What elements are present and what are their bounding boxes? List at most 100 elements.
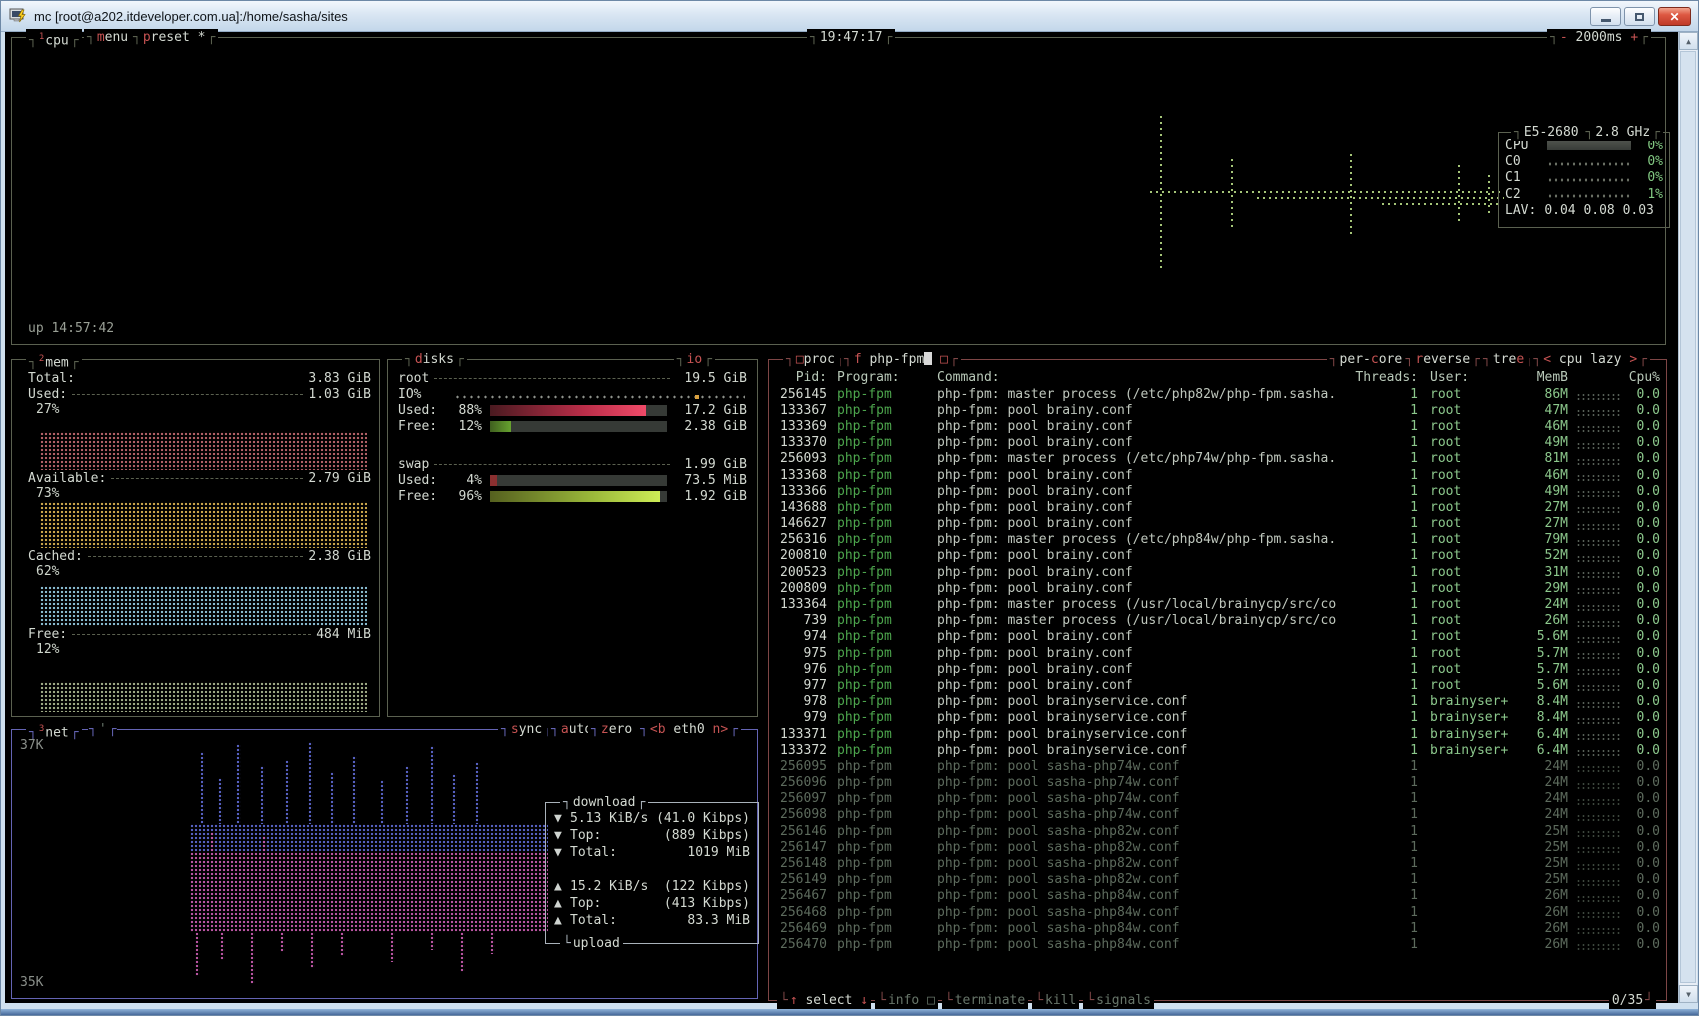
disk-swap-row: swap 1.99 GiB bbox=[398, 456, 747, 472]
process-cpu-bar bbox=[1576, 555, 1620, 563]
select-action[interactable]: ↑ select ↓ bbox=[777, 992, 871, 1009]
iface-prev-icon[interactable]: <b bbox=[650, 722, 666, 737]
process-row[interactable]: 256149 php-fpm php-fpm: pool sasha-php82… bbox=[769, 872, 1666, 888]
process-mem: 6.4M bbox=[1514, 727, 1568, 742]
process-cpu-bar bbox=[1576, 701, 1620, 709]
process-row[interactable]: 133371 php-fpm php-fpm: pool brainyservi… bbox=[769, 726, 1666, 742]
process-row[interactable]: 976 php-fpm php-fpm: pool brainy.conf 1 … bbox=[769, 661, 1666, 677]
process-row[interactable]: 133364 php-fpm php-fpm: master process (… bbox=[769, 596, 1666, 612]
process-pid: 133368 bbox=[775, 468, 827, 483]
interval-decrease-icon[interactable]: - bbox=[1560, 30, 1568, 45]
upload-total-row: ▲ Total: 83.3 MiB bbox=[554, 913, 750, 930]
process-cpu: 0.0 bbox=[1620, 516, 1660, 531]
process-row[interactable]: 974 php-fpm php-fpm: pool brainy.conf 1 … bbox=[769, 629, 1666, 645]
close-button[interactable]: ✕ bbox=[1658, 7, 1691, 26]
preset-button[interactable]: preset * bbox=[130, 29, 218, 46]
process-row[interactable]: 200523 php-fpm php-fpm: pool brainy.conf… bbox=[769, 564, 1666, 580]
mem-cached-graph bbox=[40, 586, 367, 626]
column-threads[interactable]: Threads: bbox=[1350, 370, 1418, 385]
minimize-button[interactable] bbox=[1590, 7, 1621, 26]
info-action[interactable]: info □ bbox=[875, 992, 938, 1009]
process-row[interactable]: 143688 php-fpm php-fpm: pool brainy.conf… bbox=[769, 499, 1666, 515]
process-mem: 49M bbox=[1514, 435, 1568, 450]
process-row[interactable]: 133366 php-fpm php-fpm: pool brainy.conf… bbox=[769, 483, 1666, 499]
column-command[interactable]: Command: bbox=[937, 370, 1350, 385]
process-row[interactable]: 979 php-fpm php-fpm: pool brainyservice.… bbox=[769, 710, 1666, 726]
terminate-action[interactable]: terminate bbox=[942, 992, 1028, 1009]
interval-increase-icon[interactable]: + bbox=[1630, 30, 1638, 45]
process-user: brainyser+ bbox=[1418, 727, 1514, 742]
column-cpu[interactable]: Cpu% bbox=[1620, 370, 1660, 385]
process-row[interactable]: 256146 php-fpm php-fpm: pool sasha-php82… bbox=[769, 823, 1666, 839]
process-row[interactable]: 256469 php-fpm php-fpm: pool sasha-php84… bbox=[769, 920, 1666, 936]
column-pid[interactable]: Pid: bbox=[775, 370, 827, 385]
process-row[interactable]: 256096 php-fpm php-fpm: pool sasha-php74… bbox=[769, 775, 1666, 791]
refresh-interval-control[interactable]: - 2000ms + bbox=[1547, 29, 1651, 46]
process-mem: 25M bbox=[1514, 840, 1568, 855]
process-row[interactable]: 133369 php-fpm php-fpm: pool brainy.conf… bbox=[769, 418, 1666, 434]
sort-prev-icon[interactable]: < bbox=[1543, 352, 1551, 367]
process-row[interactable]: 256145 php-fpm php-fpm: master process (… bbox=[769, 386, 1666, 402]
tab-disks[interactable]: disks bbox=[402, 351, 467, 368]
sort-next-icon[interactable]: > bbox=[1629, 352, 1637, 367]
process-row[interactable]: 977 php-fpm php-fpm: pool brainy.conf 1 … bbox=[769, 677, 1666, 693]
terminal-scrollbar[interactable]: ▲ ▼ bbox=[1678, 32, 1697, 1003]
process-row[interactable]: 256147 php-fpm php-fpm: pool sasha-php82… bbox=[769, 839, 1666, 855]
scrollbar-thumb[interactable] bbox=[1680, 51, 1696, 983]
process-pid: 256149 bbox=[775, 872, 827, 887]
process-row[interactable]: 256148 php-fpm php-fpm: pool sasha-php82… bbox=[769, 855, 1666, 871]
download-rate-row: ▼ 5.13 KiB/s (41.0 Kibps) bbox=[554, 811, 750, 828]
process-cpu: 0.0 bbox=[1620, 872, 1660, 887]
process-threads: 1 bbox=[1350, 662, 1418, 677]
process-row[interactable]: 256316 php-fpm php-fpm: master process (… bbox=[769, 532, 1666, 548]
tab-cpu[interactable]: 1cpu bbox=[26, 29, 82, 49]
process-row[interactable]: 146627 php-fpm php-fpm: pool brainy.conf… bbox=[769, 516, 1666, 532]
process-pid: 739 bbox=[775, 613, 827, 628]
process-row[interactable]: 200809 php-fpm php-fpm: pool brainy.conf… bbox=[769, 580, 1666, 596]
process-row[interactable]: 256467 php-fpm php-fpm: pool sasha-php84… bbox=[769, 888, 1666, 904]
tab-io[interactable]: io bbox=[674, 351, 715, 368]
column-user[interactable]: User: bbox=[1418, 370, 1514, 385]
maximize-button[interactable] bbox=[1624, 7, 1655, 26]
tab-mem[interactable]: 2mem bbox=[26, 351, 82, 371]
process-mem: 27M bbox=[1514, 516, 1568, 531]
column-mem[interactable]: MemB bbox=[1514, 370, 1568, 385]
process-row[interactable]: 133368 php-fpm php-fpm: pool brainy.conf… bbox=[769, 467, 1666, 483]
scroll-up-button[interactable]: ▲ bbox=[1679, 32, 1698, 50]
sort-column-switcher[interactable]: < cpu lazy > bbox=[1530, 351, 1650, 368]
reverse-toggle[interactable]: reverse bbox=[1403, 351, 1483, 368]
iface-next-icon[interactable]: n> bbox=[713, 722, 729, 737]
kill-action[interactable]: kill bbox=[1032, 992, 1079, 1009]
process-row[interactable]: 256093 php-fpm php-fpm: master process (… bbox=[769, 451, 1666, 467]
tab-proc[interactable]: □proc bbox=[783, 351, 848, 368]
process-pid: 200523 bbox=[775, 565, 827, 580]
process-row[interactable]: 739 php-fpm php-fpm: master process (/us… bbox=[769, 613, 1666, 629]
process-row[interactable]: 975 php-fpm php-fpm: pool brainy.conf 1 … bbox=[769, 645, 1666, 661]
title-bar[interactable]: mc [root@a202.itdeveloper.com.ua]:/home/… bbox=[1, 1, 1698, 32]
process-threads: 1 bbox=[1350, 791, 1418, 806]
process-program: php-fpm bbox=[827, 775, 937, 790]
process-user: root bbox=[1418, 419, 1514, 434]
process-mem: 5.6M bbox=[1514, 629, 1568, 644]
net-interface-switcher[interactable]: <b eth0 n> bbox=[637, 721, 741, 738]
scroll-down-button[interactable]: ▼ bbox=[1679, 985, 1698, 1003]
process-row[interactable]: 200810 php-fpm php-fpm: pool brainy.conf… bbox=[769, 548, 1666, 564]
interval-value: 2000ms bbox=[1576, 30, 1623, 45]
tree-toggle[interactable]: tree bbox=[1480, 351, 1537, 368]
process-row[interactable]: 256098 php-fpm php-fpm: pool sasha-php74… bbox=[769, 807, 1666, 823]
process-row[interactable]: 256097 php-fpm php-fpm: pool sasha-php74… bbox=[769, 791, 1666, 807]
process-threads: 1 bbox=[1350, 516, 1418, 531]
process-user: root bbox=[1418, 451, 1514, 466]
process-row[interactable]: 133370 php-fpm php-fpm: pool brainy.conf… bbox=[769, 435, 1666, 451]
process-row[interactable]: 133372 php-fpm php-fpm: pool brainyservi… bbox=[769, 742, 1666, 758]
column-program[interactable]: Program: bbox=[827, 370, 937, 385]
process-row[interactable]: 256095 php-fpm php-fpm: pool sasha-php74… bbox=[769, 758, 1666, 774]
process-command: php-fpm: pool brainy.conf bbox=[937, 516, 1350, 531]
signals-action[interactable]: signals bbox=[1083, 992, 1154, 1009]
process-row[interactable]: 256468 php-fpm php-fpm: pool sasha-php84… bbox=[769, 904, 1666, 920]
process-row[interactable]: 133367 php-fpm php-fpm: pool brainy.conf… bbox=[769, 402, 1666, 418]
mem-free-graph bbox=[40, 682, 367, 712]
process-row[interactable]: 256470 php-fpm php-fpm: pool sasha-php84… bbox=[769, 936, 1666, 952]
process-filter-input[interactable]: f php-fpm □ bbox=[841, 351, 961, 368]
process-row[interactable]: 978 php-fpm php-fpm: pool brainyservice.… bbox=[769, 694, 1666, 710]
